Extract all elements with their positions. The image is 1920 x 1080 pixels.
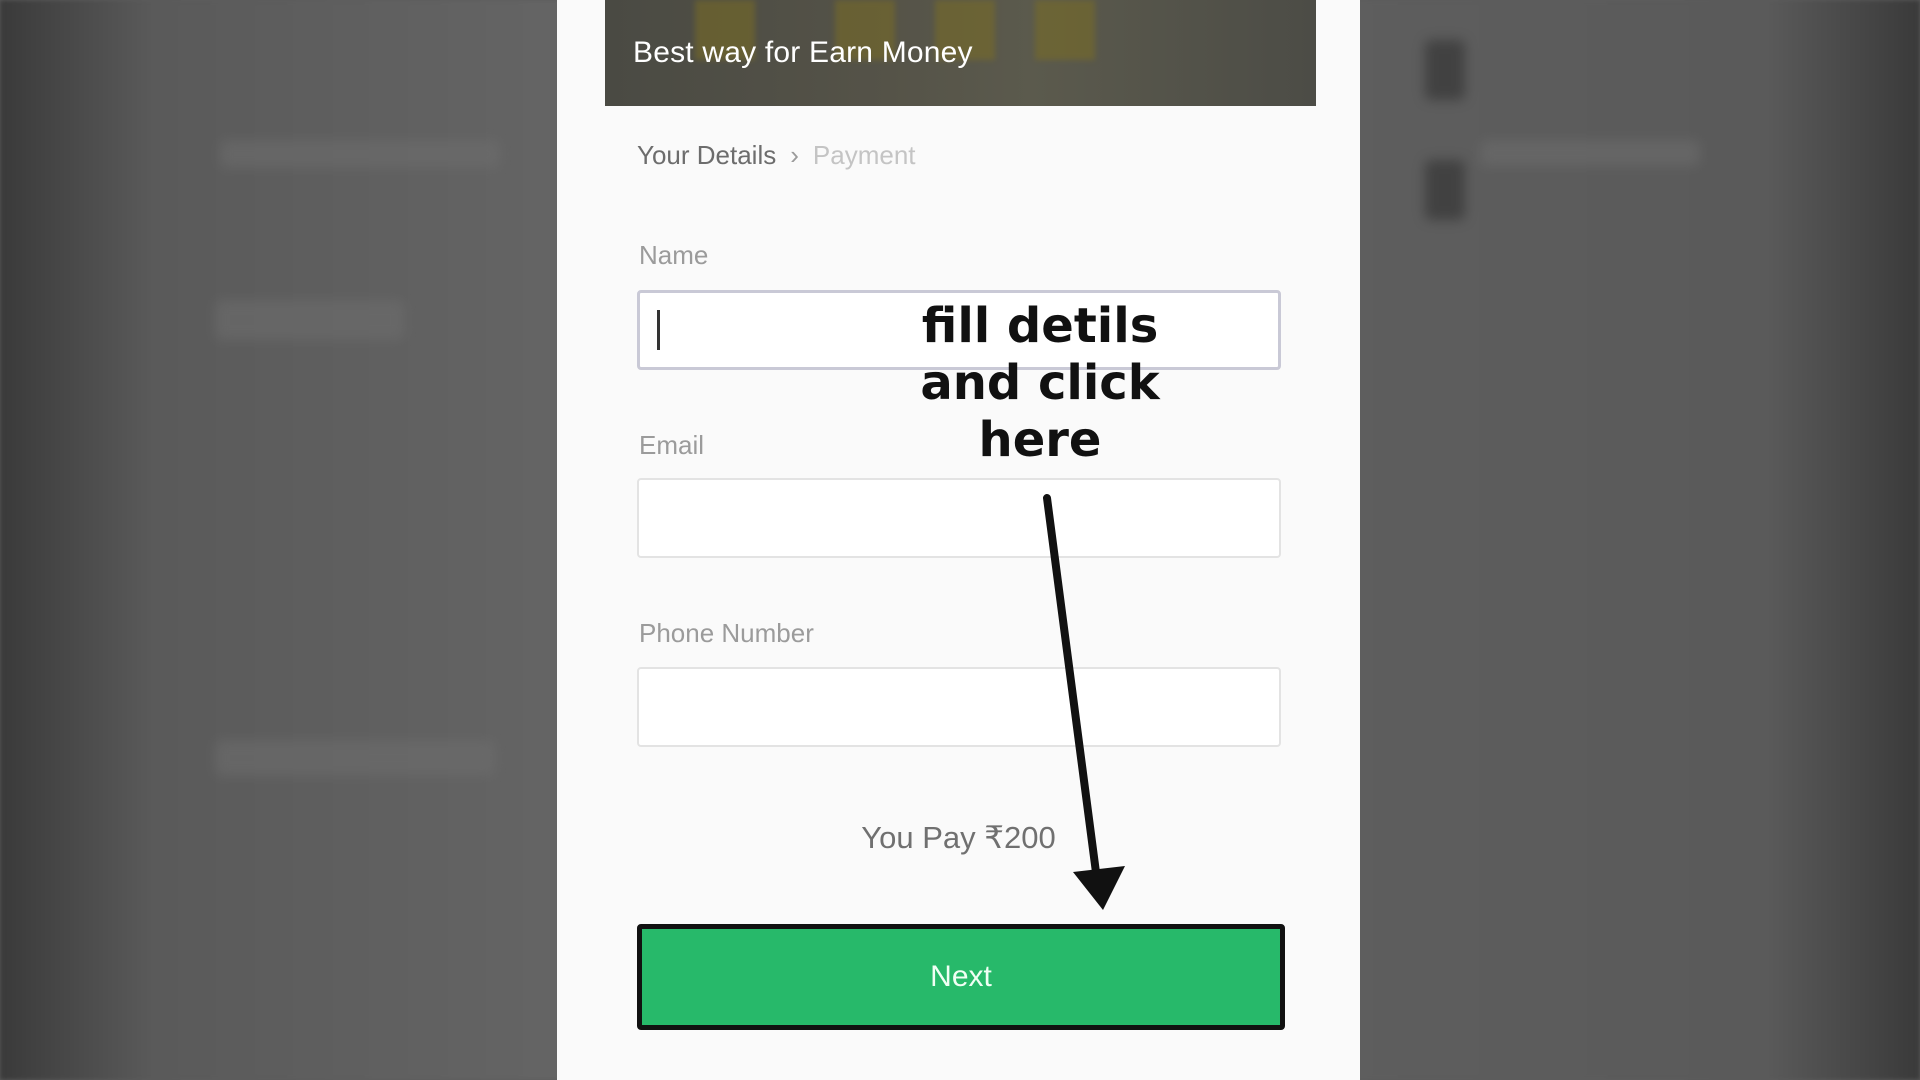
arrow-down-icon <box>1043 494 1125 910</box>
